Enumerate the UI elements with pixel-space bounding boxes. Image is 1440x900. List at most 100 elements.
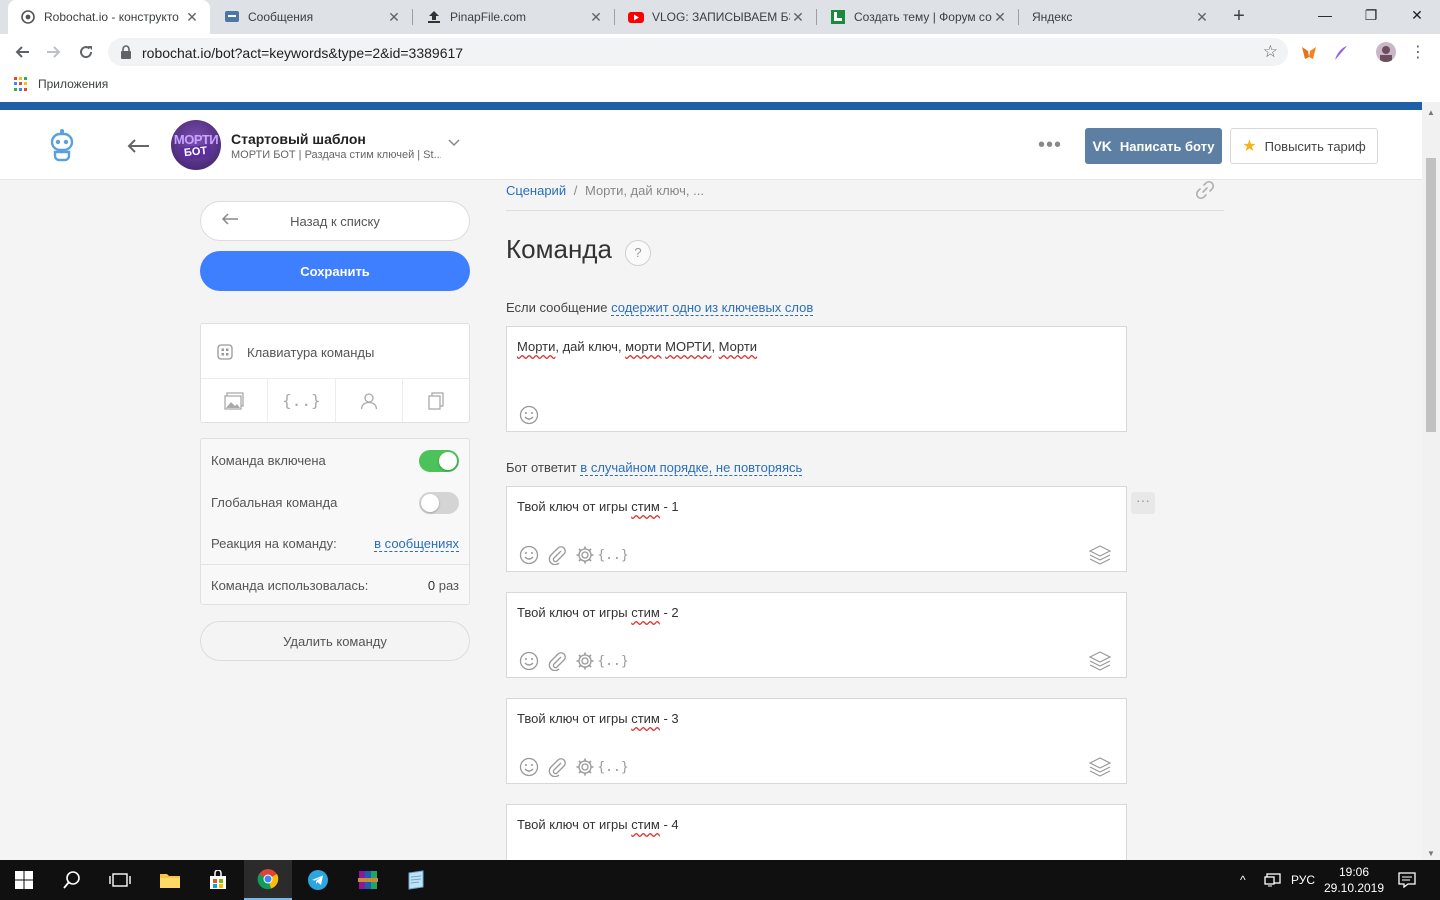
settings-gear-icon[interactable] bbox=[575, 757, 595, 777]
close-icon[interactable]: ✕ bbox=[184, 9, 200, 26]
back-icon[interactable] bbox=[10, 40, 34, 64]
forward-icon[interactable] bbox=[42, 40, 66, 64]
settings-gear-icon[interactable] bbox=[575, 651, 595, 671]
scroll-up-arrow[interactable]: ▲ bbox=[1427, 108, 1435, 117]
bot-name[interactable]: Стартовый шаблон bbox=[231, 131, 366, 147]
response-more-button[interactable]: ··· bbox=[1131, 492, 1155, 514]
apps-bookmark[interactable]: Приложения bbox=[14, 77, 108, 91]
browser-tab-yandex[interactable]: Яндекс ✕ bbox=[1020, 0, 1220, 34]
close-icon[interactable]: ✕ bbox=[790, 9, 806, 26]
notepad-app-icon[interactable] bbox=[392, 860, 440, 900]
feather-extension-icon[interactable] bbox=[1332, 44, 1350, 62]
tray-expand-icon[interactable]: ^ bbox=[1240, 860, 1246, 900]
emoji-icon[interactable] bbox=[519, 757, 539, 777]
close-icon[interactable]: ✕ bbox=[1194, 9, 1210, 26]
metamask-icon[interactable] bbox=[1300, 44, 1318, 62]
command-reaction-link[interactable]: в сообщениях bbox=[374, 536, 459, 552]
browser-tab-messages[interactable]: Сообщения ✕ bbox=[212, 0, 412, 34]
store-icon[interactable] bbox=[194, 860, 242, 900]
settings-gear-icon[interactable] bbox=[575, 545, 595, 565]
breadcrumb-scenario-link[interactable]: Сценарий bbox=[506, 183, 566, 198]
keywords-text: Морти, дай ключ, морти МОРТИ, Морти bbox=[517, 339, 757, 354]
bookmark-star-icon[interactable]: ☆ bbox=[1263, 42, 1278, 62]
tab-title: Robochat.io - конструкто bbox=[44, 10, 179, 24]
image-icon[interactable] bbox=[201, 379, 269, 422]
chevron-down-icon[interactable] bbox=[448, 136, 460, 150]
close-icon[interactable]: ✕ bbox=[992, 9, 1008, 26]
scrollbar-thumb[interactable] bbox=[1426, 158, 1436, 432]
network-icon[interactable] bbox=[1264, 860, 1282, 900]
response-suffix: - 3 bbox=[659, 711, 679, 726]
close-icon[interactable]: ✕ bbox=[386, 9, 402, 26]
attachment-icon[interactable] bbox=[547, 545, 567, 565]
browser-tab-forum[interactable]: Создать тему | Форум со ✕ bbox=[818, 0, 1018, 34]
variables-icon[interactable]: {..} bbox=[268, 379, 336, 422]
robochat-logo-icon[interactable] bbox=[46, 128, 78, 162]
more-options-icon[interactable]: ••• bbox=[1038, 134, 1062, 157]
reply-mode-link[interactable]: в случайном порядке, не повторяясь bbox=[580, 460, 803, 476]
attachment-icon[interactable] bbox=[547, 651, 567, 671]
notifications-icon[interactable] bbox=[1398, 860, 1416, 900]
response-box[interactable]: Твой ключ от игры стим - 1 {..} bbox=[506, 486, 1127, 572]
variables-icon[interactable]: {..} bbox=[597, 545, 628, 565]
command-keyboard-button[interactable]: Клавиатура команды bbox=[217, 344, 374, 360]
keywords-input[interactable]: Морти, дай ключ, морти МОРТИ, Морти bbox=[506, 326, 1127, 432]
emoji-icon[interactable] bbox=[519, 405, 539, 425]
copy-icon[interactable] bbox=[403, 379, 469, 422]
taskbar-clock[interactable]: 19:06 29.10.2019 bbox=[1320, 864, 1388, 896]
address-bar[interactable]: robochat.io/bot?act=keywords&type=2&id=3… bbox=[108, 38, 1288, 66]
variables-icon[interactable]: {..} bbox=[597, 651, 628, 671]
browser-tab-youtube[interactable]: VLOG: ЗАПИСЫВАЕМ БЭ ✕ bbox=[616, 0, 816, 34]
keyword-misspelled: морти bbox=[625, 339, 662, 354]
response-box[interactable]: Твой ключ от игры стим - 3 {..} bbox=[506, 698, 1127, 784]
lock-icon bbox=[120, 45, 132, 62]
global-command-toggle[interactable] bbox=[419, 492, 459, 514]
back-to-list-button[interactable]: Назад к списку bbox=[200, 201, 470, 241]
back-arrow-icon[interactable] bbox=[126, 134, 150, 160]
chrome-taskbar-icon[interactable] bbox=[244, 860, 292, 900]
reload-icon[interactable] bbox=[74, 40, 98, 64]
command-enabled-toggle[interactable] bbox=[419, 450, 459, 472]
attachment-icon[interactable] bbox=[547, 757, 567, 777]
window-close-button[interactable]: ✕ bbox=[1394, 0, 1440, 32]
variables-icon[interactable]: {..} bbox=[597, 757, 628, 777]
chrome-menu-icon[interactable]: ⋮ bbox=[1406, 40, 1430, 64]
tab-separator bbox=[614, 9, 615, 25]
save-button[interactable]: Сохранить bbox=[200, 251, 470, 291]
response-box[interactable]: Твой ключ от игры стим - 2 {..} bbox=[506, 592, 1127, 678]
browser-tab-pinapfile[interactable]: PinapFile.com ✕ bbox=[414, 0, 614, 34]
browser-tab-robochat[interactable]: Robochat.io - конструкто ✕ bbox=[8, 0, 210, 34]
search-icon[interactable] bbox=[48, 860, 96, 900]
layers-icon[interactable] bbox=[1088, 757, 1112, 777]
winrar-icon[interactable] bbox=[344, 860, 392, 900]
minimize-button[interactable]: — bbox=[1302, 0, 1348, 32]
bot-avatar[interactable]: МОРТИ БОТ bbox=[171, 120, 221, 170]
profile-avatar[interactable] bbox=[1376, 42, 1396, 62]
vk-icon: VK bbox=[1092, 138, 1112, 154]
condition-mode-link[interactable]: содержит одно из ключевых слов bbox=[611, 300, 814, 316]
new-tab-button[interactable]: + bbox=[1228, 5, 1250, 27]
maximize-button[interactable]: ❐ bbox=[1348, 0, 1394, 32]
emoji-icon[interactable] bbox=[519, 545, 539, 565]
scroll-down-arrow[interactable]: ▼ bbox=[1427, 849, 1435, 858]
help-icon[interactable]: ? bbox=[625, 240, 651, 266]
link-icon[interactable] bbox=[1195, 180, 1215, 205]
response-prefix: Твой ключ от игры bbox=[517, 605, 632, 620]
close-icon[interactable]: ✕ bbox=[588, 9, 604, 26]
telegram-icon[interactable] bbox=[294, 860, 342, 900]
write-to-bot-button[interactable]: VK Написать боту bbox=[1085, 128, 1222, 164]
language-indicator[interactable]: РУС bbox=[1291, 860, 1315, 900]
emoji-icon[interactable] bbox=[519, 651, 539, 671]
response-box[interactable]: Твой ключ от игры стим - 4{..} bbox=[506, 804, 1127, 860]
file-explorer-icon[interactable] bbox=[146, 860, 194, 900]
windows-start-icon[interactable] bbox=[0, 860, 48, 900]
layers-icon[interactable] bbox=[1088, 651, 1112, 671]
task-view-icon[interactable] bbox=[96, 860, 144, 900]
apps-grid-icon bbox=[14, 77, 28, 91]
delete-command-button[interactable]: Удалить команду bbox=[200, 621, 470, 661]
user-icon[interactable] bbox=[336, 379, 403, 422]
page-scrollbar[interactable]: ▲ ▼ bbox=[1422, 102, 1440, 860]
upgrade-plan-button[interactable]: ★ Повысить тариф bbox=[1230, 128, 1378, 164]
layers-icon[interactable] bbox=[1088, 545, 1112, 565]
tab-title: Сообщения bbox=[248, 10, 314, 24]
